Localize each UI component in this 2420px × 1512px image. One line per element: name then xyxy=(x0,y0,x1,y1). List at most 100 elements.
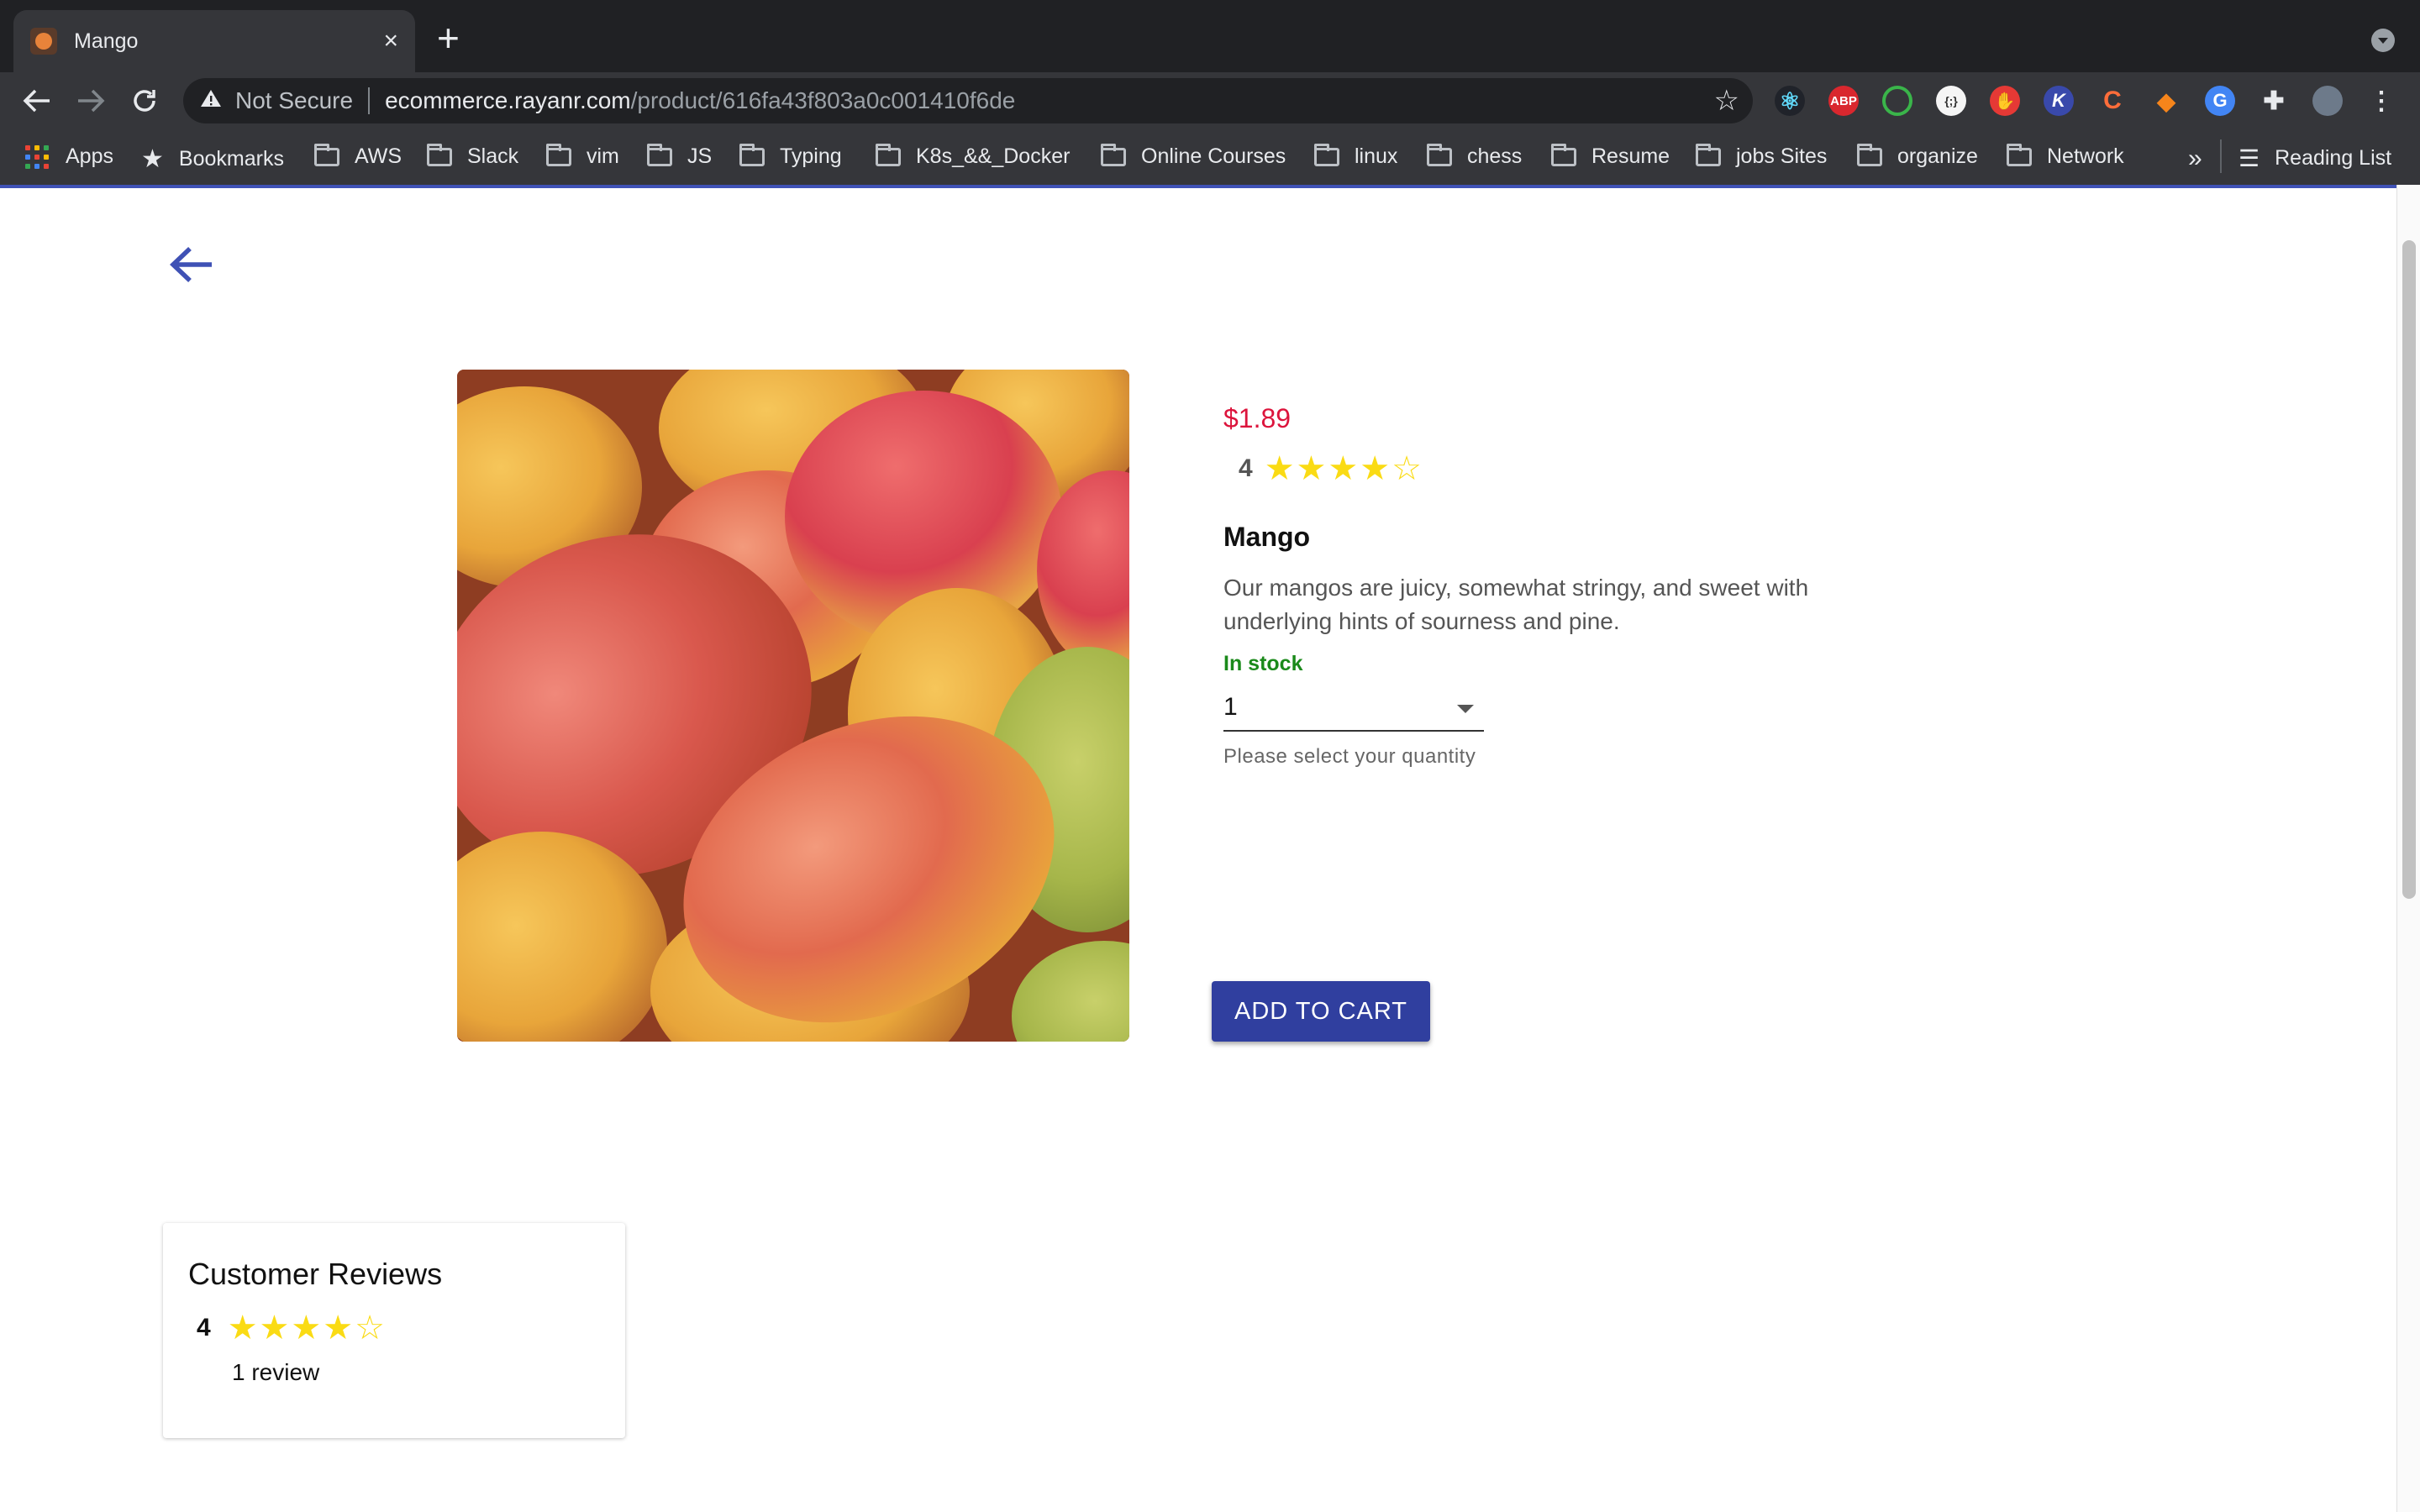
folder-icon xyxy=(739,143,765,166)
rating-stars-icon: ★★★★☆ xyxy=(1264,450,1423,487)
reload-icon[interactable] xyxy=(124,81,165,121)
quantity-value: 1 xyxy=(1223,693,1238,721)
page-content: $1.89 4 ★★★★☆ Mango Our mangos are juicy… xyxy=(0,185,2420,1512)
product-image xyxy=(457,370,1129,1042)
bookmarks-bar: Apps ★ Bookmarks AWS Slack vim JS Typing… xyxy=(0,129,2420,185)
bookmarks-overflow-button[interactable]: » xyxy=(2188,144,2202,173)
folder-icon xyxy=(1101,143,1126,166)
back-icon[interactable] xyxy=(17,81,57,121)
bookmark-folder[interactable]: Network xyxy=(2007,143,2124,169)
bookmark-folder[interactable]: JS xyxy=(647,143,713,169)
bookmark-label: Typing xyxy=(780,144,842,168)
graphql-icon[interactable]: {;} xyxy=(1936,86,1966,116)
metamask-fox-icon[interactable]: ◆ xyxy=(2151,86,2181,116)
add-to-cart-button[interactable]: ADD TO CART xyxy=(1212,981,1430,1042)
reviews-rating-value: 4 xyxy=(197,1314,211,1341)
tab-close-icon[interactable]: × xyxy=(383,29,398,54)
react-devtools-icon[interactable]: ⚛ xyxy=(1775,86,1805,116)
url-host: ecommerce.rayanr.com xyxy=(385,87,631,113)
page-scrollbar[interactable] xyxy=(2396,185,2420,1512)
browser-tab[interactable]: Mango × xyxy=(13,10,415,72)
menu-kebab-icon[interactable]: ⋮ xyxy=(2366,86,2396,116)
warning-triangle-icon[interactable] xyxy=(200,88,225,114)
folder-icon xyxy=(876,143,901,166)
bookmark-label: K8s_&&_Docker xyxy=(916,144,1071,168)
puzzle-icon[interactable]: ✚ xyxy=(2259,86,2289,116)
browser-toolbar: Not Secure ecommerce.rayanr.com /product… xyxy=(0,72,2420,129)
scrollbar-thumb[interactable] xyxy=(2402,240,2416,899)
bookmark-folder[interactable]: linux xyxy=(1314,143,1398,169)
bookmark-folder[interactable]: vim xyxy=(546,143,619,169)
forward-icon[interactable] xyxy=(71,81,111,121)
customer-reviews-card: Customer Reviews 4 ★★★★☆ 1 review xyxy=(163,1223,625,1438)
bookmark-label: JS xyxy=(687,144,713,168)
folder-icon xyxy=(1857,143,1882,166)
bookmark-label: linux xyxy=(1355,144,1398,168)
bookmark-label: chess xyxy=(1467,144,1523,168)
folder-icon xyxy=(1314,143,1339,166)
bookmark-label: AWS xyxy=(355,144,402,168)
reviews-count: 1 review xyxy=(232,1359,320,1385)
bookmark-label: Resume xyxy=(1591,144,1670,168)
bookmark-label: organize xyxy=(1897,144,1978,168)
bookmark-folder[interactable]: Resume xyxy=(1551,143,1670,169)
bookmark-label: jobs Sites xyxy=(1736,144,1828,168)
folder-icon xyxy=(546,143,571,166)
red-hand-icon[interactable]: ✋ xyxy=(1990,86,2020,116)
browser-chrome: Mango × + Not Secure ecommerce.rayanr.co… xyxy=(0,0,2420,185)
rating-value: 4 xyxy=(1239,454,1253,482)
product-name: Mango xyxy=(1223,522,1311,552)
folder-icon xyxy=(1551,143,1576,166)
bookmark-label: Apps xyxy=(66,144,113,168)
reading-list-icon: ☰ xyxy=(2238,145,2260,171)
bookmark-folder[interactable]: chess xyxy=(1427,143,1523,169)
bookmark-folder[interactable]: Typing xyxy=(739,143,842,169)
folder-icon xyxy=(2007,143,2032,166)
folder-icon xyxy=(427,143,452,166)
google-g-icon[interactable]: G xyxy=(2205,86,2235,116)
page-top-accent xyxy=(0,185,2396,188)
profile-avatar[interactable] xyxy=(2312,86,2343,116)
adblock-plus-icon[interactable]: ABP xyxy=(1828,86,1859,116)
star-icon: ★ xyxy=(141,145,164,173)
tab-title: Mango xyxy=(74,29,139,53)
bookmark-folder[interactable]: organize xyxy=(1857,143,1978,169)
favicon-icon xyxy=(30,28,57,55)
reviews-rating: 4 ★★★★☆ xyxy=(188,1309,600,1347)
folder-icon xyxy=(647,143,672,166)
folder-icon xyxy=(1696,143,1721,166)
folder-icon xyxy=(314,143,339,166)
bookmark-star-icon[interactable]: ☆ xyxy=(1714,84,1739,118)
dropdown-caret-icon xyxy=(1457,705,1474,713)
bookmark-folder[interactable]: AWS xyxy=(314,143,402,169)
address-separator xyxy=(368,87,371,114)
bookmark-apps[interactable]: Apps xyxy=(25,144,113,169)
reading-list-label: Reading List xyxy=(2275,146,2392,170)
c-icon[interactable]: C xyxy=(2097,86,2128,116)
folder-icon xyxy=(1427,143,1452,166)
bookmark-bookmarks[interactable]: ★ Bookmarks xyxy=(141,144,284,174)
stock-status: In stock xyxy=(1223,652,1303,675)
product-description: Our mangos are juicy, somewhat stringy, … xyxy=(1223,575,1809,634)
quantity-select[interactable]: 1 xyxy=(1223,685,1484,732)
bookmark-folder[interactable]: jobs Sites xyxy=(1696,143,1828,169)
green-ring-icon[interactable] xyxy=(1882,86,1912,116)
bookmark-folder[interactable]: Slack xyxy=(427,143,518,169)
product-info: $1.89 4 ★★★★☆ Mango Our mangos are juicy… xyxy=(1223,403,1879,769)
bookmark-label: Network xyxy=(2047,144,2124,168)
bookmark-folder[interactable]: K8s_&&_Docker xyxy=(876,143,1071,169)
tab-search-icon[interactable] xyxy=(2371,29,2395,52)
apps-grid-icon xyxy=(25,144,49,169)
back-arrow-icon[interactable] xyxy=(168,242,218,292)
security-label[interactable]: Not Secure xyxy=(235,87,353,114)
reviews-stars-icon: ★★★★☆ xyxy=(227,1310,387,1347)
bookmark-folder[interactable]: Online Courses xyxy=(1101,143,1286,169)
tab-strip: Mango × + xyxy=(0,0,2420,72)
reading-list-button[interactable]: ☰ Reading List xyxy=(2238,144,2391,172)
url-path: /product/616fa43f803a0c001410f6de xyxy=(630,87,1016,113)
product-rating: 4 ★★★★☆ xyxy=(1223,449,1879,488)
k-icon[interactable]: K xyxy=(2044,86,2074,116)
reviews-title: Customer Reviews xyxy=(188,1257,443,1291)
new-tab-button[interactable]: + xyxy=(437,18,460,57)
address-bar[interactable]: Not Secure ecommerce.rayanr.com /product… xyxy=(183,78,1753,123)
